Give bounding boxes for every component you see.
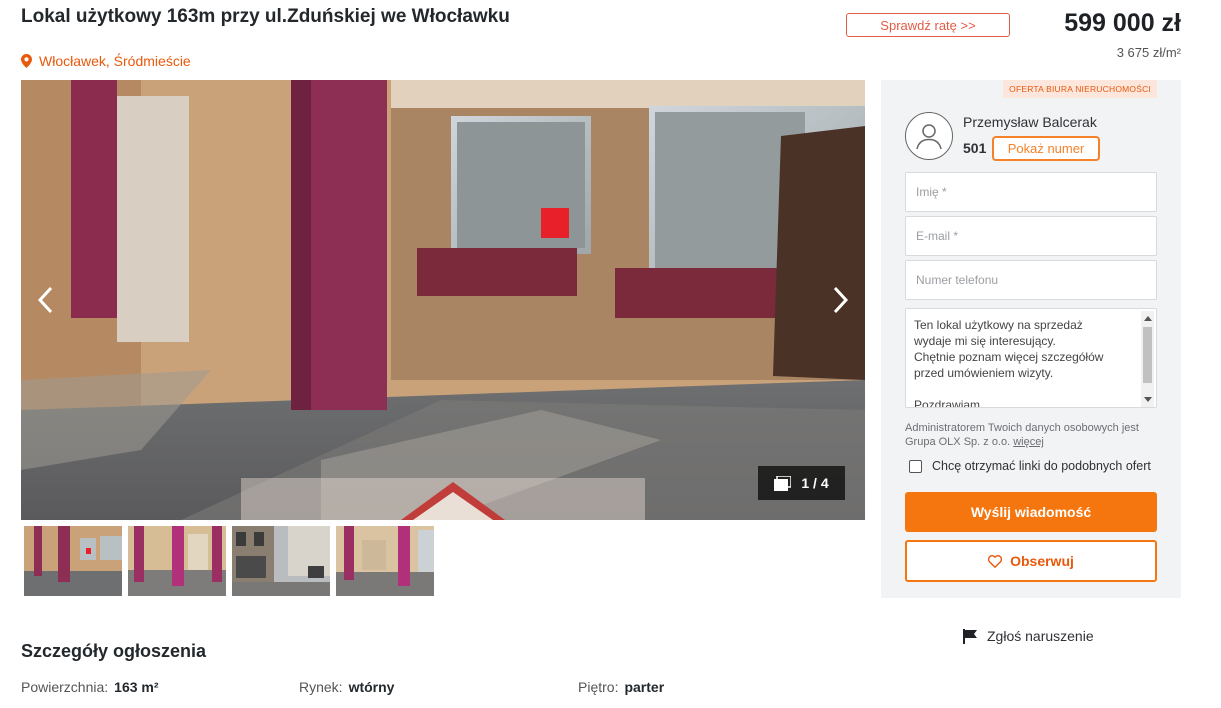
check-rate-button[interactable]: Sprawdź ratę >>	[846, 13, 1010, 37]
agent-name: Przemysław Balcerak	[963, 114, 1097, 130]
previous-photo-button[interactable]	[31, 280, 61, 320]
chevron-right-icon	[833, 286, 849, 314]
detail-label: Piętro:	[578, 679, 619, 695]
detail-value: parter	[624, 679, 665, 695]
scroll-up-arrow-icon[interactable]	[1144, 316, 1152, 321]
email-field[interactable]	[905, 216, 1157, 256]
observe-button[interactable]: Obserwuj	[905, 540, 1157, 582]
message-textarea[interactable]: Ten lokal użytkowy na sprzedaż wydaje mi…	[905, 308, 1157, 408]
chevron-left-icon	[37, 286, 53, 314]
thumbnail-photo-4	[336, 526, 434, 596]
detail-market: Rynek: wtórny	[299, 679, 394, 695]
detail-value: 163 m²	[114, 679, 159, 695]
report-label: Zgłoś naruszenie	[987, 628, 1094, 644]
phone-prefix: 501	[963, 140, 987, 156]
message-scrollbar[interactable]	[1141, 311, 1154, 407]
flag-icon	[963, 628, 977, 644]
thumbnail-photo-2	[128, 526, 226, 596]
consent-label: Chcę otrzymać linki do podobnych ofert	[932, 459, 1151, 473]
privacy-more-link[interactable]: więcej	[1013, 436, 1044, 448]
location-text: Włocławek, Śródmieście	[39, 53, 191, 69]
listing-title: Lokal użytkowy 163m przy ul.Zduńskiej we…	[21, 6, 510, 27]
consent-checkbox[interactable]	[909, 459, 922, 473]
thumbnail-1[interactable]	[24, 526, 122, 596]
report-violation-link[interactable]: Zgłoś naruszenie	[963, 628, 1094, 644]
thumbnail-strip	[24, 526, 434, 596]
scroll-down-arrow-icon[interactable]	[1144, 397, 1152, 402]
listing-location[interactable]: Włocławek, Śródmieście	[21, 53, 191, 69]
detail-label: Powierzchnia:	[21, 679, 109, 695]
thumbnail-photo-3	[232, 526, 330, 596]
agency-offer-badge: OFERTA BIURA NIERUCHOMOŚCI	[1003, 80, 1157, 98]
similar-offers-consent[interactable]: Chcę otrzymać linki do podobnych ofert	[909, 459, 1151, 473]
thumbnail-2[interactable]	[128, 526, 226, 596]
avatar	[905, 112, 953, 160]
gallery-icon	[774, 475, 792, 491]
next-photo-button[interactable]	[825, 280, 855, 320]
photo-counter: 1 / 4	[758, 466, 845, 500]
price-per-m2: 3 675 zł/m²	[1116, 45, 1181, 60]
user-icon	[916, 124, 942, 150]
name-field[interactable]	[905, 172, 1157, 212]
detail-floor: Piętro: parter	[578, 679, 664, 695]
thumbnail-photo-1	[24, 526, 122, 596]
scrollbar-thumb[interactable]	[1143, 327, 1152, 383]
show-number-button[interactable]: Pokaż numer	[992, 136, 1100, 161]
message-text: Ten lokal użytkowy na sprzedaż wydaje mi…	[914, 318, 1104, 408]
phone-field[interactable]	[905, 260, 1157, 300]
detail-label: Rynek:	[299, 679, 343, 695]
main-photo	[21, 80, 865, 520]
observe-label: Obserwuj	[1010, 553, 1074, 569]
photo-gallery[interactable]: 1 / 4	[21, 80, 865, 520]
heart-icon	[988, 554, 1003, 568]
photo-counter-text: 1 / 4	[801, 475, 829, 491]
price: 599 000 zł	[1064, 9, 1181, 37]
details-title: Szczegóły ogłoszenia	[21, 641, 207, 661]
contact-panel: OFERTA BIURA NIERUCHOMOŚCI Przemysław Ba…	[881, 80, 1181, 598]
privacy-notice: Administratorem Twoich danych osobowych …	[905, 421, 1165, 449]
thumbnail-3[interactable]	[232, 526, 330, 596]
detail-area: Powierzchnia: 163 m²	[21, 679, 159, 695]
detail-value: wtórny	[348, 679, 395, 695]
send-message-button[interactable]: Wyślij wiadomość	[905, 492, 1157, 532]
thumbnail-4[interactable]	[336, 526, 434, 596]
map-pin-icon	[21, 54, 32, 68]
